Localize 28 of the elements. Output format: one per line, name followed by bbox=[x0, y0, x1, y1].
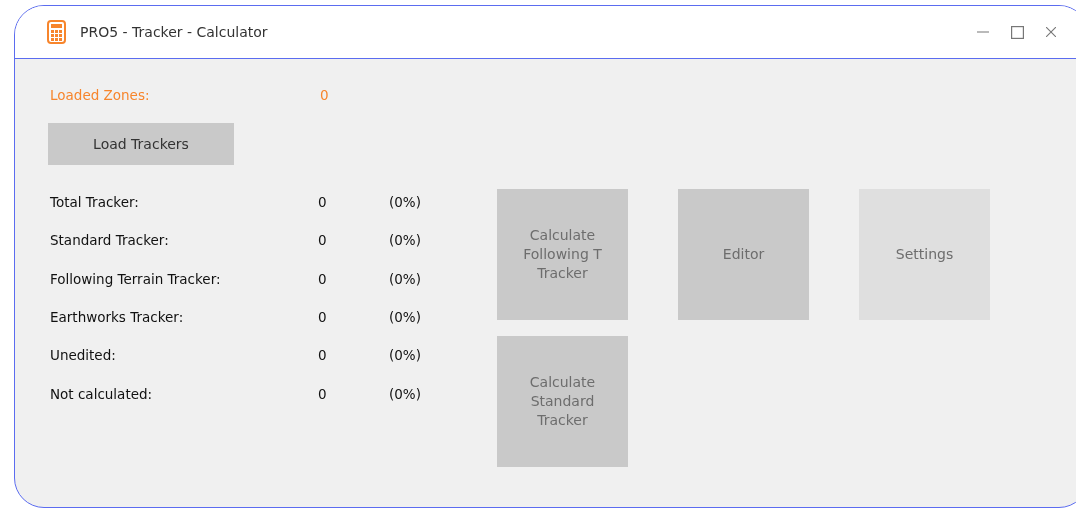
stat-label: Total Tracker: bbox=[50, 194, 140, 211]
stat-label: Standard Tracker: bbox=[50, 232, 170, 249]
load-trackers-button[interactable]: Load Trackers bbox=[48, 123, 234, 165]
stat-percent: (0%) bbox=[389, 194, 421, 211]
stat-percent: (0%) bbox=[389, 385, 421, 402]
stat-label: Unedited: bbox=[50, 347, 117, 364]
tile-button[interactable]: Calculate Following T Tracker bbox=[497, 189, 628, 320]
tile-button[interactable]: Calculate Standard Tracker bbox=[497, 336, 628, 467]
loaded-zones-label: Loaded Zones: bbox=[50, 87, 151, 103]
loaded-zones-value: 0 bbox=[320, 87, 329, 103]
stat-value: 0 bbox=[318, 309, 328, 326]
calculator-icon bbox=[47, 20, 66, 44]
stat-label: Following Terrain Tracker: bbox=[50, 270, 222, 287]
stat-value: 0 bbox=[318, 347, 328, 364]
stat-value: 0 bbox=[318, 270, 328, 287]
window-title: PRO5 - Tracker - Calculator bbox=[80, 24, 268, 40]
stat-percent: (0%) bbox=[389, 347, 421, 364]
close-icon[interactable] bbox=[1046, 27, 1056, 37]
stat-value: 0 bbox=[318, 385, 328, 402]
stat-label: Not calculated: bbox=[50, 385, 154, 402]
stat-label: Earthworks Tracker: bbox=[50, 309, 185, 326]
stat-percent: (0%) bbox=[389, 309, 421, 326]
maximize-icon[interactable] bbox=[1011, 25, 1024, 39]
stat-value: 0 bbox=[318, 194, 328, 211]
tile-button[interactable]: Editor bbox=[678, 189, 809, 320]
stat-percent: (0%) bbox=[389, 232, 421, 249]
stat-value: 0 bbox=[318, 232, 328, 249]
stat-percent: (0%) bbox=[389, 270, 421, 287]
